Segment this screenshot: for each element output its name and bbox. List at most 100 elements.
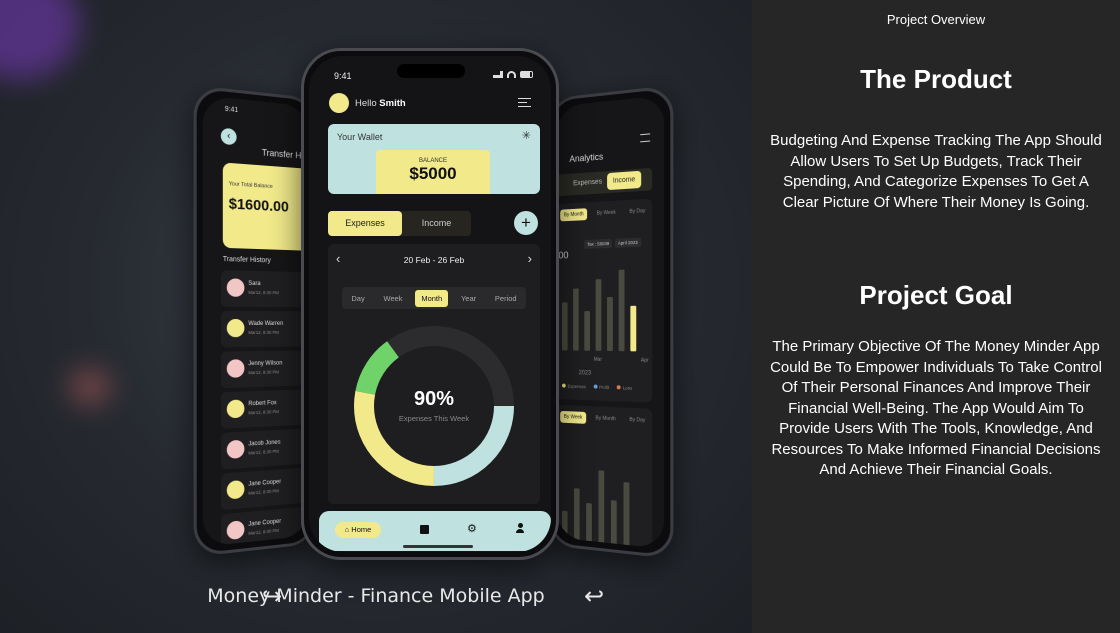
left-phone: 9:41 ‹ Transfer Hist Your Total Balance … xyxy=(193,85,317,557)
filter-top-2[interactable]: By Day xyxy=(626,205,650,218)
status-time: 9:41 xyxy=(334,71,352,81)
bars-top xyxy=(562,260,646,352)
legend: Expenses Profit Loss xyxy=(562,383,633,391)
legend-dot xyxy=(593,384,598,389)
period-day[interactable]: Day xyxy=(345,290,370,307)
person-avatar xyxy=(226,359,245,378)
chart-card-bottom: By Week By Month By Day xyxy=(556,404,653,549)
color-glow xyxy=(70,370,110,404)
greeting-name: Smith xyxy=(379,98,406,109)
person-time: Mar12, 8:30 PM xyxy=(248,448,279,456)
period-period[interactable]: Period xyxy=(489,290,523,307)
person-avatar xyxy=(226,439,245,459)
bar xyxy=(562,510,568,549)
person-time: Mar12, 8:30 PM xyxy=(248,369,279,376)
filters-top: By Month By Week By Day xyxy=(560,205,649,222)
profile-icon-body xyxy=(516,529,524,533)
filter-top-1[interactable]: By Week xyxy=(593,206,620,219)
legend-label: Profit xyxy=(599,384,610,391)
legend-item: Profit xyxy=(593,384,610,391)
total-balance-label: Your Total Balance xyxy=(228,181,273,190)
year-label: 2023 xyxy=(578,370,592,377)
person-time: Mar12, 8:30 PM xyxy=(248,289,279,296)
back-button[interactable]: ‹ xyxy=(220,127,237,146)
analytics-tab-expenses[interactable]: Expenses xyxy=(573,178,602,187)
legend-label: Loss xyxy=(622,385,633,391)
left-phone-screen: 9:41 ‹ Transfer Hist Your Total Balance … xyxy=(202,95,309,547)
balance-box: BALANCE $5000 xyxy=(376,150,490,194)
person-avatar xyxy=(226,318,245,338)
person-avatar xyxy=(226,479,245,500)
bar xyxy=(584,310,590,351)
wifi-icon xyxy=(506,71,516,78)
month-label-mar: Mar xyxy=(593,356,602,363)
calendar-icon[interactable] xyxy=(420,525,429,534)
bar xyxy=(630,305,637,352)
transfer-row[interactable]: Sara Mar12, 8:30 PM xyxy=(220,270,309,308)
filter-bottom-1[interactable]: By Month xyxy=(592,412,620,425)
person-avatar xyxy=(226,278,245,297)
transfer-row[interactable]: Robert Fox Mar12, 8:30 PM xyxy=(220,388,309,429)
add-button[interactable]: + xyxy=(514,211,538,235)
bar xyxy=(598,470,605,549)
project-panel: Project Overview The Product Budgeting A… xyxy=(752,0,1120,633)
filter-top-0[interactable]: By Month xyxy=(560,208,588,222)
person-avatar xyxy=(226,399,245,419)
tab-expenses[interactable]: Expenses xyxy=(328,211,402,236)
right-phone-screen: Analytics Expenses Income By Month By Wee… xyxy=(556,95,665,549)
month-label-apr: Apr xyxy=(640,357,649,364)
period-month[interactable]: Month xyxy=(415,289,449,307)
hamburger-icon[interactable] xyxy=(518,98,531,107)
chips: Tax : 55039 April 2023 xyxy=(584,237,641,249)
date-range: 20 Feb - 26 Feb xyxy=(403,255,465,265)
period-selector: Day Week Month Year Period xyxy=(342,287,526,309)
filter-bottom-2[interactable]: By Day xyxy=(626,414,650,427)
bar xyxy=(562,301,568,351)
legend-dot xyxy=(562,383,566,388)
next-arrow-icon[interactable]: › xyxy=(528,251,532,266)
sparkle-icon: ✳ xyxy=(521,130,531,142)
legend-item: Expenses xyxy=(562,383,586,390)
balance-value: $5000 xyxy=(409,164,457,183)
menu-icon[interactable] xyxy=(640,133,651,143)
nav-home-label: Home xyxy=(351,525,372,534)
transfer-row[interactable]: Jane Cooper Mar12, 8:30 PM xyxy=(220,504,309,547)
chip-1: April 2023 xyxy=(615,237,641,248)
avatar[interactable] xyxy=(329,93,349,113)
analytics-tab-income[interactable]: Income xyxy=(607,170,642,191)
person-time: Mar12, 8:30 PM xyxy=(248,329,279,336)
wallet-label: Your Wallet xyxy=(337,132,383,142)
product-heading: The Product xyxy=(860,64,1012,94)
month-axis: Mar Apr xyxy=(594,357,649,364)
period-week[interactable]: Week xyxy=(378,290,409,307)
legend-label: Expenses xyxy=(567,383,586,390)
profile-icon-head xyxy=(517,523,523,528)
person-name: Jane Cooper xyxy=(248,518,282,528)
profile-icon[interactable] xyxy=(516,523,524,533)
person-name: Jenny Wilson xyxy=(248,360,283,368)
person-time: Mar12, 8:30 PM xyxy=(248,527,279,536)
filter-bottom-0[interactable]: By Week xyxy=(560,410,587,424)
nav-home[interactable]: ⌂ Home xyxy=(335,522,381,538)
greeting: Hello Smith xyxy=(355,98,406,109)
person-avatar xyxy=(226,520,245,541)
analytics-title: Analytics xyxy=(569,151,604,165)
legend-item: Loss xyxy=(616,385,633,391)
bar xyxy=(623,482,630,549)
transfer-row[interactable]: Wade Warren Mar12, 8:30 PM xyxy=(220,310,309,348)
tab-income[interactable]: Income xyxy=(402,211,471,236)
gear-icon[interactable]: ⚙ xyxy=(467,522,477,535)
transfer-row[interactable]: Jane Cooper Mar12, 8:30 PM xyxy=(220,465,309,511)
transfer-row[interactable]: Jenny Wilson Mar12, 8:30 PM xyxy=(220,349,309,389)
chip-0: Tax : 55039 xyxy=(584,238,613,249)
mockup-stage: 9:41 ‹ Transfer Hist Your Total Balance … xyxy=(0,0,752,633)
legend-dot xyxy=(616,385,621,390)
home-icon: ⌂ xyxy=(344,525,350,534)
greeting-hello: Hello xyxy=(355,98,377,109)
right-phone: Analytics Expenses Income By Month By Wee… xyxy=(548,84,674,560)
wallet-card[interactable]: Your Wallet ✳ BALANCE $5000 xyxy=(328,124,540,194)
overview-label: Project Overview xyxy=(886,12,986,27)
analytics-tabs: Expenses Income xyxy=(556,167,653,197)
transfer-row[interactable]: Jacob Jones Mar12, 8:30 PM xyxy=(220,426,309,470)
period-year[interactable]: Year xyxy=(455,290,482,307)
